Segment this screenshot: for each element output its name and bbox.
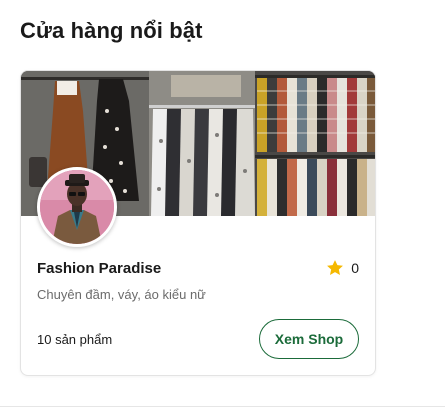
shop-rating: 0: [325, 258, 359, 278]
rating-value: 0: [351, 260, 359, 276]
shop-name[interactable]: Fashion Paradise: [37, 260, 161, 277]
page-title: Cửa hàng nổi bật: [20, 18, 203, 43]
divider: [0, 406, 445, 407]
shop-description: Chuyên đầm, váy, áo kiểu nữ: [37, 287, 206, 302]
product-count: 10 sản phẩm: [37, 332, 113, 347]
star-icon: [327, 260, 344, 275]
view-shop-button[interactable]: Xem Shop: [259, 319, 359, 359]
shop-avatar[interactable]: [37, 167, 117, 247]
shop-card[interactable]: Fashion Paradise 0 Chuyên đầm, váy, áo k…: [20, 70, 376, 376]
